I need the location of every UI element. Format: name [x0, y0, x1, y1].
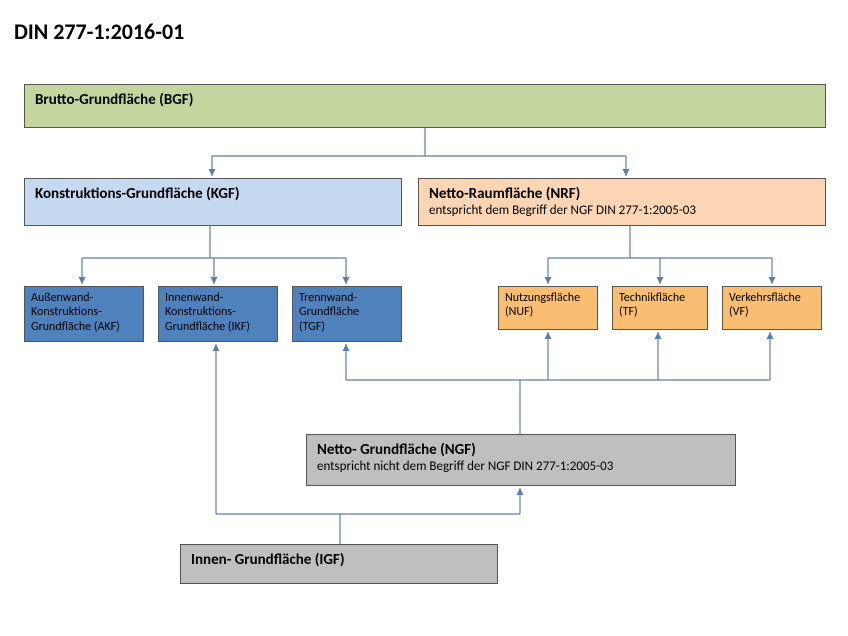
box-tgf: Trennwand- Grundfläche (TGF) — [292, 286, 402, 342]
bgf-label: Brutto-Grundfläche (BGF) — [35, 91, 193, 109]
box-ikf: Innenwand- Konstruktions- Grundfläche (I… — [158, 286, 278, 342]
tf-l2: (TF) — [619, 305, 701, 319]
box-nuf: Nutzungsfläche (NUF) — [498, 286, 598, 330]
nrf-label: Netto-Raumfläche (NRF) — [429, 185, 815, 203]
tgf-l2: Grundfläche — [299, 305, 395, 319]
box-igf: Innen- Grundfläche (IGF) — [180, 544, 498, 584]
box-vf: Verkehrsfläche (VF) — [722, 286, 822, 330]
tf-l1: Technikfläche — [619, 291, 701, 305]
box-akf: Außenwand- Konstruktions- Grundfläche (A… — [24, 286, 144, 342]
box-nrf: Netto-Raumfläche (NRF) entspricht dem Be… — [418, 178, 826, 226]
ikf-l2: Konstruktions- — [165, 305, 271, 319]
box-ngf: Netto- Grundfläche (NGF) entspricht nich… — [306, 434, 736, 486]
nuf-l2: (NUF) — [505, 305, 591, 319]
nrf-sub: entspricht dem Begriff der NGF DIN 277-1… — [429, 203, 815, 219]
akf-l1: Außenwand- — [31, 291, 137, 305]
ngf-label: Netto- Grundfläche (NGF) — [317, 441, 725, 459]
page-title: DIN 277-1:2016-01 — [14, 18, 184, 45]
kgf-label: Konstruktions-Grundfläche (KGF) — [35, 185, 240, 203]
tgf-l3: (TGF) — [299, 320, 395, 334]
box-tf: Technikfläche (TF) — [612, 286, 708, 330]
ikf-l3: Grundfläche (IKF) — [165, 320, 271, 334]
igf-label: Innen- Grundfläche (IGF) — [191, 551, 345, 569]
vf-l1: Verkehrsfläche — [729, 291, 815, 305]
ngf-sub: entspricht nicht dem Begriff der NGF DIN… — [317, 459, 725, 475]
tgf-l1: Trennwand- — [299, 291, 395, 305]
akf-l3: Grundfläche (AKF) — [31, 320, 137, 334]
vf-l2: (VF) — [729, 305, 815, 319]
box-kgf: Konstruktions-Grundfläche (KGF) — [24, 178, 402, 226]
box-bgf: Brutto-Grundfläche (BGF) — [24, 84, 826, 128]
akf-l2: Konstruktions- — [31, 305, 137, 319]
ikf-l1: Innenwand- — [165, 291, 271, 305]
nuf-l1: Nutzungsfläche — [505, 291, 591, 305]
